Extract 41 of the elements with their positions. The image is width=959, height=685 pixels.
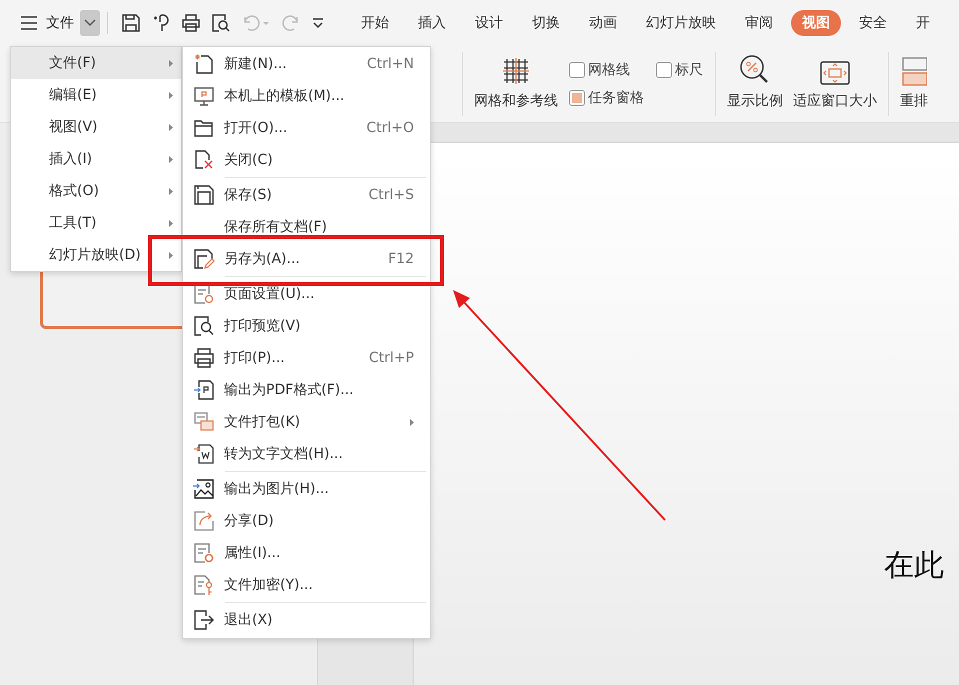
menu-item[interactable]: 属性(I)... bbox=[183, 537, 430, 569]
menu-item[interactable]: 文件(F) bbox=[11, 47, 181, 79]
menu-item[interactable]: 文件加密(Y)... bbox=[183, 569, 430, 601]
ribbon-tab[interactable]: 开始 bbox=[350, 10, 400, 36]
zoom-button[interactable]: 显示比例 bbox=[722, 46, 788, 122]
menu-item[interactable]: 退出(X) bbox=[183, 604, 430, 636]
checkbox[interactable]: 网格线 bbox=[569, 61, 644, 79]
menu-item[interactable]: 本机上的模板(M)... bbox=[183, 80, 430, 112]
gridlines-button[interactable]: 网格和参考线 bbox=[469, 46, 563, 122]
file-menu-label[interactable]: 文件 bbox=[46, 14, 74, 32]
menu-item[interactable]: 视图(V) bbox=[11, 111, 181, 143]
ribbon-tab[interactable]: 动画 bbox=[578, 10, 628, 36]
menu-item[interactable]: 格式(O) bbox=[11, 175, 181, 207]
checkbox[interactable]: 标尺 bbox=[656, 61, 703, 79]
menu-item[interactable]: 编辑(E) bbox=[11, 79, 181, 111]
ribbon-tab[interactable]: 开 bbox=[905, 10, 941, 36]
menu-item[interactable]: 输出为图片(H)... bbox=[183, 473, 430, 505]
ribbon-tab[interactable]: 插入 bbox=[407, 10, 457, 36]
menu-item[interactable]: 输出为PDF格式(F)... bbox=[183, 374, 430, 406]
menu-item[interactable]: 幻灯片放映(D) bbox=[11, 239, 181, 271]
menu-item[interactable]: 打印预览(V) bbox=[183, 310, 430, 342]
menu-item[interactable]: 分享(D) bbox=[183, 505, 430, 537]
menu-item[interactable]: 新建(N)... Ctrl+N bbox=[183, 48, 430, 80]
menu-item[interactable]: 插入(I) bbox=[11, 143, 181, 175]
ribbon-tab[interactable]: 切换 bbox=[521, 10, 571, 36]
menu-item[interactable]: 关闭(C) bbox=[183, 144, 430, 176]
menu-item[interactable]: 转为文字文档(H)... bbox=[183, 438, 430, 470]
menu-item[interactable]: 保存(S) Ctrl+S bbox=[183, 179, 430, 211]
fit-window-button[interactable]: 适应窗口大小 bbox=[788, 46, 882, 122]
arrange-button[interactable]: 重排 bbox=[895, 46, 933, 122]
menu-item[interactable]: 工具(T) bbox=[11, 207, 181, 239]
slide-subtitle: 在此 bbox=[884, 548, 944, 583]
ribbon-tab[interactable]: 审阅 bbox=[734, 10, 784, 36]
checkbox[interactable]: 任务窗格 bbox=[569, 89, 644, 107]
menu-item[interactable]: 另存为(A)... F12 bbox=[183, 243, 430, 275]
menu-item[interactable]: 打开(O)... Ctrl+O bbox=[183, 112, 430, 144]
ribbon-tab[interactable]: 设计 bbox=[464, 10, 514, 36]
ribbon-tab[interactable]: 幻灯片放映 bbox=[635, 10, 727, 36]
menu-item[interactable]: 文件打包(K) bbox=[183, 406, 430, 438]
ribbon-tab[interactable]: 安全 bbox=[848, 10, 898, 36]
menu-item[interactable]: 打印(P)... Ctrl+P bbox=[183, 342, 430, 374]
